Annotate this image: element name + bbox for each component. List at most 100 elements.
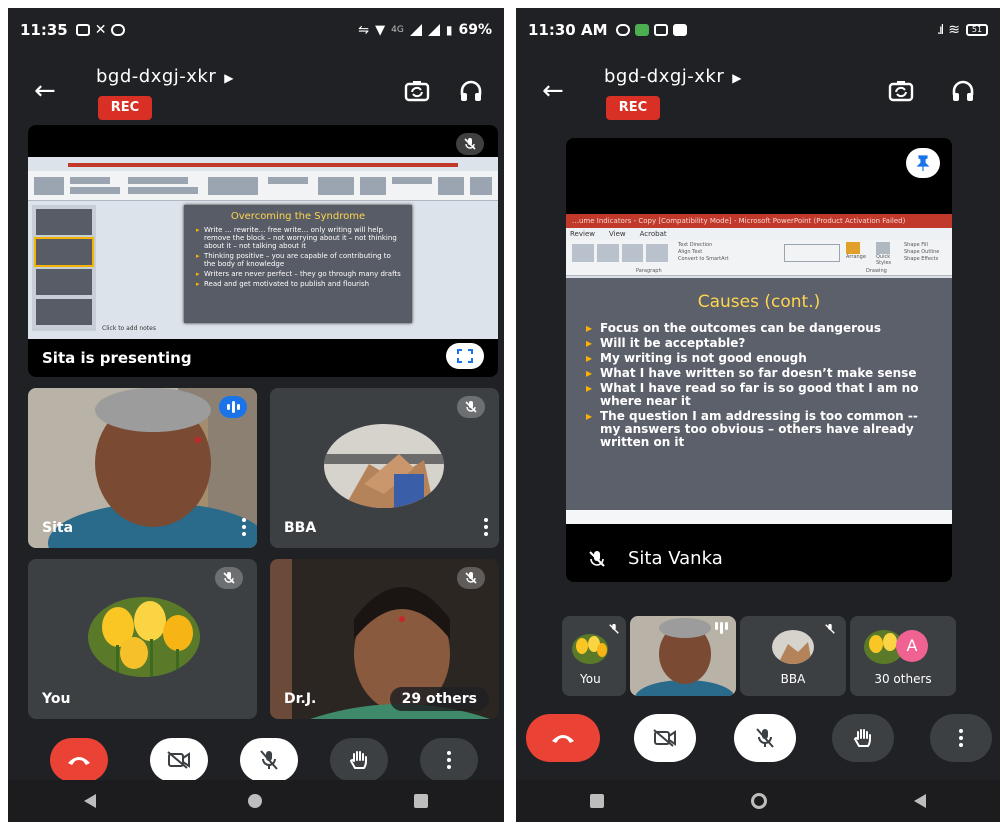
end-call-button[interactable] — [526, 714, 600, 762]
participant-tile-sita[interactable]: Sita — [28, 388, 257, 548]
others-count[interactable]: 29 others — [389, 687, 489, 711]
status-right: ⇋ ▼ 4G ▮ 69% — [358, 22, 492, 38]
fullscreen-icon[interactable] — [446, 343, 484, 369]
presenter-name: Sita Vanka — [628, 548, 723, 569]
others-tile[interactable]: A 30 others — [850, 616, 956, 696]
caret-right-icon: ▶ — [732, 71, 742, 85]
you-avatar — [88, 597, 200, 677]
participant-tile-bba[interactable]: BBA — [740, 616, 846, 696]
more-vert-icon[interactable] — [483, 518, 489, 536]
more-options-button[interactable] — [420, 738, 478, 782]
pin-icon[interactable] — [906, 148, 940, 178]
participant-tile-bba[interactable]: BBA — [270, 388, 499, 548]
slide-thumbnails — [32, 205, 96, 331]
android-nav-bar — [516, 780, 1000, 822]
mic-off-icon — [457, 396, 485, 418]
status-time: 11:30 AM — [528, 21, 608, 39]
slide-bullet: Will it be acceptable? — [586, 337, 932, 351]
ribbon-item: Arrange — [846, 254, 866, 260]
mic-off-icon — [215, 567, 243, 589]
meeting-code[interactable]: bgd-dxgj-xkr ▶ — [604, 66, 742, 87]
slide-bullet: Read and get motivated to publish and fl… — [196, 280, 404, 288]
participant-tile-drj[interactable]: Dr.J. 29 others — [270, 559, 499, 719]
back-arrow-icon[interactable]: ← — [34, 78, 56, 104]
wifi-icon: ▼ — [375, 22, 386, 38]
speaking-icon — [715, 622, 728, 634]
slide-bullet: Write … rewrite… free write… only writin… — [196, 226, 404, 250]
mic-off-icon — [588, 550, 606, 572]
more-vert-icon[interactable] — [241, 518, 247, 536]
slide-bullet: Writers are never perfect – they go thro… — [196, 270, 404, 278]
back-arrow-icon[interactable]: ← — [542, 78, 564, 104]
mic-toggle-button[interactable] — [240, 738, 298, 782]
ribbon-group-label: Paragraph — [636, 268, 662, 274]
headphones-icon[interactable] — [948, 76, 978, 106]
raise-hand-button[interactable] — [330, 738, 388, 782]
participant-tile-you[interactable]: You — [28, 559, 257, 719]
slide-title: Overcoming the Syndrome — [230, 211, 366, 222]
ribbon-shapes-gallery — [784, 244, 840, 262]
ppt-title-bar: …ume Indicators - Copy [Compatibility Mo… — [566, 214, 952, 228]
ribbon-tab: Review — [570, 230, 595, 238]
mic-off-icon — [608, 620, 620, 639]
presentation-tile[interactable]: …ume Indicators - Copy [Compatibility Mo… — [566, 138, 952, 582]
ribbon-tab: View — [608, 230, 626, 238]
hotspot-icon: ⇋ — [358, 22, 370, 38]
camera-toggle-button[interactable] — [634, 714, 696, 762]
slide-bullet: What I have written so far doesn’t make … — [586, 367, 932, 381]
nav-recents-icon[interactable] — [414, 794, 428, 808]
meeting-code-text: bgd-dxgj-xkr — [96, 66, 217, 87]
camera-off-icon — [167, 751, 190, 769]
ribbon-item: Align Text — [678, 249, 703, 255]
meeting-code[interactable]: bgd-dxgj-xkr ▶ — [96, 66, 234, 87]
ribbon-quick-styles: Quick Styles — [876, 242, 900, 266]
status-right: .ıl ≋ 51 — [937, 22, 988, 38]
end-call-icon — [552, 735, 574, 743]
signal-icon-2 — [427, 24, 440, 36]
shared-screen: Overcoming the Syndrome Write … rewrite…… — [28, 157, 498, 339]
switch-camera-icon[interactable] — [402, 76, 432, 106]
nav-home-icon[interactable] — [750, 793, 767, 809]
notes-placeholder: Click to add notes — [102, 325, 156, 332]
app-notification-icon — [634, 24, 649, 36]
mic-toggle-button[interactable] — [734, 714, 796, 762]
headphones-icon[interactable] — [456, 76, 486, 106]
battery-percent: 69% — [458, 22, 492, 38]
ribbon-shape-format: Shape Fill Shape Outline Shape Effects — [904, 242, 939, 263]
nav-recents-icon[interactable] — [589, 794, 604, 808]
participant-tile-you[interactable]: You — [562, 616, 626, 696]
signal-icon: .ıl — [936, 22, 945, 38]
participant-name: BBA — [780, 672, 806, 686]
ribbon-item: Text Direction — [678, 242, 713, 248]
more-options-button[interactable] — [930, 714, 992, 762]
participant-name: You — [42, 691, 71, 707]
raise-hand-button[interactable] — [832, 714, 894, 762]
slide-bullet: My writing is not good enough — [586, 352, 932, 366]
slide: Overcoming the Syndrome Write … rewrite…… — [184, 205, 412, 323]
participant-name: Dr.J. — [284, 691, 317, 707]
participant-tile-sita[interactable] — [630, 616, 736, 696]
battery-icon: 51 — [966, 24, 988, 36]
ribbon-tab: Acrobat — [639, 230, 667, 238]
slide-bullets: Write … rewrite… free write… only writin… — [184, 222, 412, 288]
end-call-button[interactable] — [50, 738, 108, 782]
status-bar: 11:35 ✕ ⇋ ▼ 4G ▮ 69% — [8, 8, 504, 52]
ppt-title-bar — [68, 163, 458, 167]
ribbon-item: Shape Outline — [904, 249, 940, 255]
nav-back-icon[interactable] — [914, 794, 927, 808]
nav-back-icon[interactable] — [84, 794, 96, 808]
network-type: 4G — [391, 25, 404, 35]
android-nav-bar — [8, 780, 504, 822]
ribbon-text-group: Text Direction Align Text Convert to Sma… — [678, 242, 729, 263]
presenting-banner: Sita is presenting — [42, 349, 192, 367]
raise-hand-icon — [853, 729, 871, 747]
presentation-tile[interactable]: Overcoming the Syndrome Write … rewrite…… — [28, 125, 498, 377]
camera-toggle-button[interactable] — [150, 738, 208, 782]
raise-hand-icon — [349, 751, 367, 769]
ribbon-item: Quick Styles — [876, 254, 892, 266]
phone-screen-right: 11:30 AM .ıl ≋ 51 ← bgd-dxgj-xkr ▶ REC …u… — [516, 8, 1000, 822]
nav-home-icon[interactable] — [248, 794, 262, 808]
switch-camera-icon[interactable] — [886, 76, 916, 106]
rec-badge: REC — [606, 96, 660, 120]
mic-off-icon — [756, 728, 774, 748]
